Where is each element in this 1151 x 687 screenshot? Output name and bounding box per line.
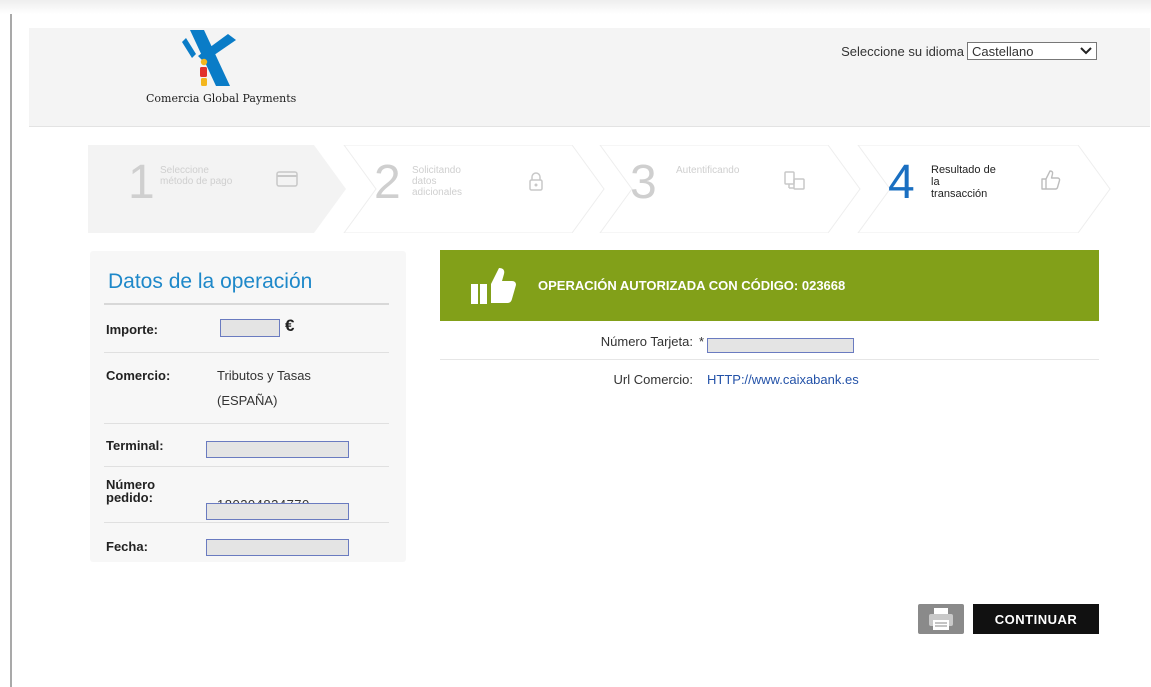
redacted-pedido xyxy=(206,503,349,520)
step-2-label: Solicitando datos adicionales xyxy=(412,165,463,198)
language-label: Seleccione su idioma xyxy=(841,43,964,59)
redacted-importe xyxy=(220,319,280,337)
pedido-label-line: pedido: xyxy=(106,490,153,505)
comercio-line-2: (ESPAÑA) xyxy=(217,393,278,408)
result-banner: OPERACIÓN AUTORIZADA CON CÓDIGO: 023668 xyxy=(440,250,1099,321)
brand-name: Comercia Global Payments xyxy=(146,92,297,105)
devices-icon xyxy=(784,171,806,195)
print-button[interactable] xyxy=(918,604,964,634)
step-4-label-line: Resultado de xyxy=(931,164,996,176)
step-3-label: Autentificando xyxy=(676,165,740,176)
comercio-line-1: Tributos y Tasas xyxy=(217,368,311,383)
row-pedido: Número pedido: 180204824770 xyxy=(104,466,389,523)
continue-button[interactable]: CONTINUAR xyxy=(973,604,1099,634)
step-1-number: 1 xyxy=(128,156,155,209)
step-4-label-line: transacción xyxy=(931,188,988,200)
terminal-label: Terminal: xyxy=(106,438,164,453)
step-2-number: 2 xyxy=(374,156,401,209)
step-3: 3 Autentificando xyxy=(600,145,858,233)
step-4: 4 Resultado de la transacción xyxy=(858,145,1112,233)
language-select[interactable]: Castellano xyxy=(967,42,1097,60)
card-number-prefix: * xyxy=(699,334,705,349)
operation-panel: Datos de la operación Importe: € Comerci… xyxy=(90,251,406,562)
language-selector: Seleccione su idioma Castellano xyxy=(841,42,1097,60)
row-terminal: Terminal: xyxy=(104,423,389,467)
thumbs-up-icon xyxy=(1040,169,1062,195)
card-number-row: Número Tarjeta: * xyxy=(440,321,1099,360)
caixa-star-icon xyxy=(182,30,236,86)
step-4-label: Resultado de la transacción xyxy=(931,164,1021,200)
importe-label: Importe: xyxy=(106,322,158,337)
fecha-label: Fecha: xyxy=(106,539,148,554)
brand-logo: Comercia Global Payments xyxy=(146,28,316,118)
redacted-terminal xyxy=(206,441,349,458)
card-icon xyxy=(276,171,298,191)
printer-icon xyxy=(929,608,953,630)
chevron-down-icon xyxy=(1080,47,1092,55)
step-2: 2 Solicitando datos adicionales xyxy=(344,145,600,233)
redacted-fecha xyxy=(206,539,349,556)
merchant-url-label: Url Comercio: xyxy=(613,372,693,387)
lock-icon xyxy=(528,171,544,195)
authorization-message: OPERACIÓN AUTORIZADA CON CÓDIGO: 023668 xyxy=(538,278,846,293)
step-4-label-line: la xyxy=(931,176,940,188)
row-importe: Importe: € xyxy=(104,305,389,353)
row-comercio: Comercio: Tributos y Tasas (ESPAÑA) xyxy=(104,352,389,424)
progress-steps: 1 Seleccione método de pago 2 Solicitand… xyxy=(88,145,1112,233)
comercio-label: Comercio: xyxy=(106,368,171,383)
top-shade xyxy=(0,0,1151,14)
redacted-card-number xyxy=(707,338,854,353)
operation-title: Datos de la operación xyxy=(108,270,313,293)
merchant-url-row: Url Comercio: HTTP://www.caixabank.es xyxy=(440,360,1099,396)
card-number-label: Número Tarjeta: xyxy=(600,334,693,349)
step-4-number: 4 xyxy=(888,156,915,209)
pedido-label: Número pedido: xyxy=(106,478,155,504)
step-1: 1 Seleccione método de pago xyxy=(88,145,344,233)
header-bar: Comercia Global Payments Seleccione su i… xyxy=(29,28,1150,127)
merchant-url-link[interactable]: HTTP://www.caixabank.es xyxy=(707,372,859,387)
language-selected-value: Castellano xyxy=(972,43,1034,59)
row-fecha: Fecha: xyxy=(104,522,389,562)
thumbs-up-icon xyxy=(469,264,517,312)
step-3-number: 3 xyxy=(630,156,657,209)
step-1-label: Seleccione método de pago xyxy=(160,165,233,187)
importe-currency: € xyxy=(285,316,295,335)
